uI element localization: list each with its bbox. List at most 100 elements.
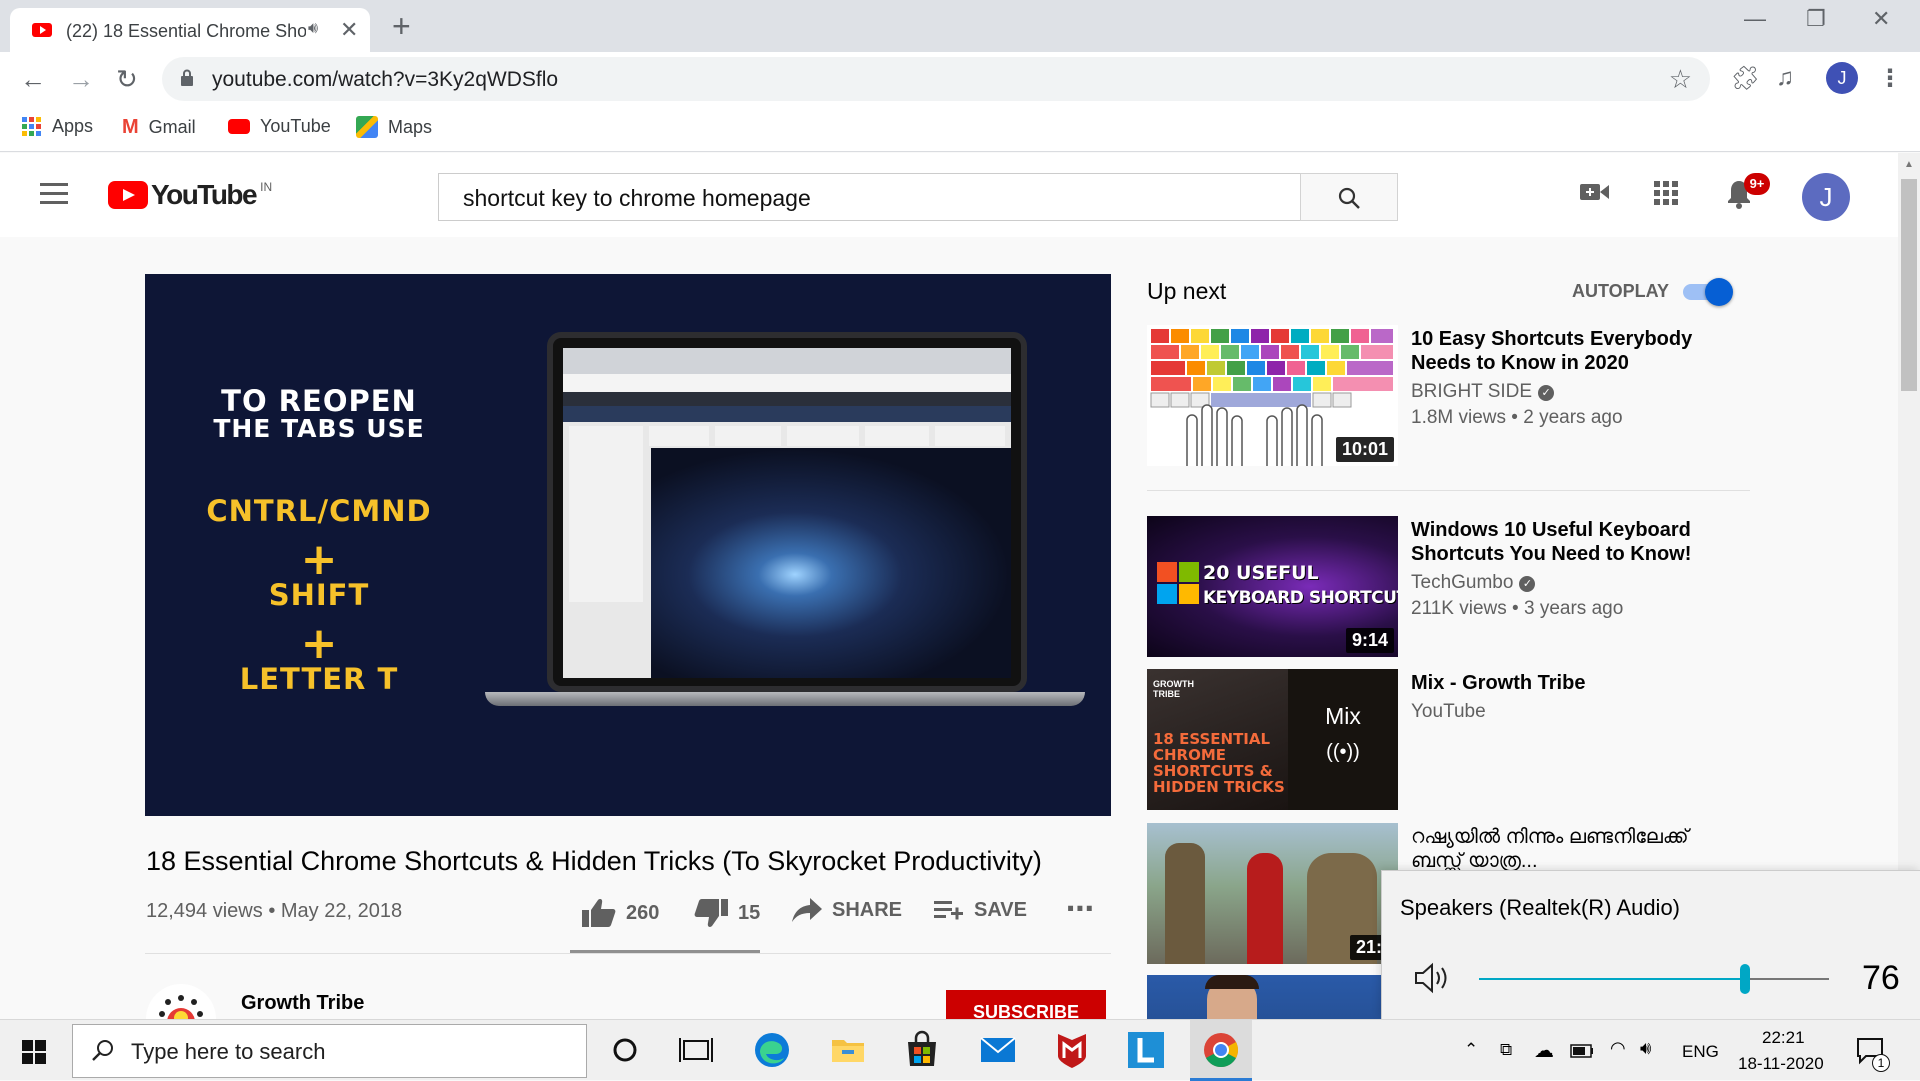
autoplay-label: AUTOPLAY [1572,281,1670,301]
hamburger-menu-icon[interactable] [40,183,68,205]
address-bar[interactable]: youtube.com/watch?v=3Ky2qWDSflo ☆ [162,57,1710,101]
recommendation-thumbnail[interactable] [1147,975,1398,1019]
more-actions-icon[interactable]: ⋯ [1066,892,1094,925]
extensions-icon[interactable]: 🧩︎ [1730,64,1760,93]
battery-icon[interactable] [1570,1044,1594,1058]
recommendation-title[interactable]: Windows 10 Useful Keyboard Shortcuts You… [1411,518,1711,566]
tray-device-icon[interactable]: ⧉ [1500,1040,1512,1060]
recommendation-title[interactable]: റഷ്യയിൽ നിന്നും ലണ്ടനിലേക്ക് ബസ്സ് യാത്ര… [1411,825,1711,875]
windows-taskbar: Type here to search ⌃ ⧉ ☁ ◠ 🔊︎ ENG 22:21… [0,1019,1920,1081]
microsoft-store-icon[interactable] [902,1030,942,1070]
recommendation-thumbnail[interactable]: GROWTH TRIBE 18 ESSENTIAL CHROME SHORTCU… [1147,669,1398,810]
bookmark-apps[interactable]: Apps [22,116,93,137]
save-button[interactable]: SAVE [934,898,1027,922]
chrome-taskbar-active[interactable] [1190,1020,1252,1081]
tab-audio-icon[interactable]: 🔊︎ [308,20,318,38]
scrollbar-thumb[interactable] [1901,179,1917,391]
task-view-icon[interactable] [676,1030,716,1070]
tray-volume-icon[interactable]: 🔊︎ [1640,1038,1651,1059]
file-explorer-icon[interactable] [828,1030,868,1070]
notification-badge: 9+ [1744,173,1770,195]
reload-button[interactable]: ↻ [116,64,138,95]
thumb-text-2: KEYBOARD SHORTCUTS [1203,588,1398,608]
wifi-icon[interactable]: ◠ [1610,1038,1626,1059]
mail-icon[interactable] [978,1030,1018,1070]
back-button[interactable]: ← [20,64,46,95]
meta-separator: • [268,900,281,922]
like-dislike-bar [570,950,760,953]
verified-check-icon: ✓ [1519,576,1536,592]
dislike-button[interactable]: 15 [694,898,760,928]
onedrive-cloud-icon[interactable]: ☁ [1534,1038,1554,1063]
youtube-play-logo-icon [108,181,148,209]
player-text-line1: TO REOPEN [221,384,417,418]
recommendation-thumbnail[interactable]: 21:3 [1147,823,1398,964]
up-next-label: Up next [1147,278,1227,304]
recommendation-channel[interactable]: BRIGHT SIDE ✓ [1411,381,1555,403]
volume-slider-thumb[interactable] [1740,964,1750,994]
recommendation-thumbnail[interactable]: 10:01 [1147,325,1398,466]
tab-close-icon[interactable]: ✕ [340,17,358,43]
speaker-icon[interactable] [1414,961,1454,995]
recommendation-title[interactable]: Mix - Growth Tribe [1411,671,1711,695]
player-text-line3: CNTRL/CMND [206,494,432,528]
channel-name[interactable]: Growth Tribe [241,992,364,1015]
restore-button[interactable]: ❐ [1806,6,1826,32]
create-video-icon[interactable] [1580,181,1610,203]
lock-icon [181,69,193,86]
view-count: 12,494 views [146,900,263,922]
menu-kebab-icon[interactable]: ⋮ [1878,64,1902,93]
bookmark-youtube[interactable]: YouTube [228,116,331,137]
edge-browser-icon[interactable] [752,1030,792,1070]
thumbs-up-icon [582,899,616,927]
recommendation-thumbnail[interactable]: 20 USEFUL KEYBOARD SHORTCUTS 9:14 [1147,516,1398,657]
recommendation-item[interactable]: GROWTH TRIBE 18 ESSENTIAL CHROME SHORTCU… [1147,669,1747,811]
new-tab-button[interactable]: + [392,8,411,45]
save-label: SAVE [974,898,1027,921]
autoplay-toggle[interactable] [1683,278,1733,306]
thumb-brand-text: GROWTH TRIBE [1153,679,1194,699]
like-button[interactable]: 260 [582,898,659,928]
search-button[interactable] [1300,173,1398,221]
browser-tab[interactable]: (22) 18 Essential Chrome Sho 🔊︎ ✕ [10,8,370,52]
youtube-logo[interactable]: YouTube IN [108,179,272,211]
app-l-icon[interactable] [1126,1030,1166,1070]
tab-strip: (22) 18 Essential Chrome Sho 🔊︎ ✕ + — ❐ … [0,0,1920,52]
recommendation-meta: 211K views • 3 years ago [1411,598,1624,619]
window-close-button[interactable]: ✕ [1872,6,1890,32]
user-avatar[interactable]: J [1802,173,1850,221]
volume-slider[interactable] [1479,964,1829,994]
player-text-line5: LETTER T [239,662,399,696]
cortana-icon[interactable] [605,1030,645,1070]
recommendation-title[interactable]: 10 Easy Shortcuts Everybody Needs to Kno… [1411,327,1711,375]
bookmark-star-icon[interactable]: ☆ [1669,64,1692,95]
input-language[interactable]: ENG [1682,1042,1719,1062]
clock-time[interactable]: 22:21 [1762,1028,1805,1048]
recommendation-item[interactable]: 10:01 10 Easy Shortcuts Everybody Needs … [1147,325,1747,467]
scroll-up-arrow-icon[interactable]: ▲ [1904,159,1914,170]
tray-overflow-chevron-icon[interactable]: ⌃ [1464,1040,1478,1060]
mcafee-icon[interactable] [1052,1030,1092,1070]
profile-avatar[interactable]: J [1826,62,1858,94]
video-duration: 9:14 [1345,628,1394,653]
apps-grid-icon[interactable] [1654,181,1678,205]
bookmark-gmail[interactable]: M Gmail [122,116,196,139]
recommendation-channel[interactable]: YouTube [1411,701,1486,723]
search-input[interactable]: shortcut key to chrome homepage [438,173,1302,221]
action-center-badge: 1 [1872,1054,1890,1072]
up-next-divider [1147,490,1750,491]
forward-button[interactable]: → [68,64,94,95]
minimize-button[interactable]: — [1744,6,1766,32]
video-player[interactable]: TO REOPEN THE TABS USE CNTRL/CMND + SHIF… [145,274,1111,816]
windows-start-icon[interactable] [22,1040,46,1064]
audio-device-name[interactable]: Speakers (Realtek(R) Audio) [1400,895,1680,921]
media-control-icon[interactable]: ♫ [1776,64,1794,92]
recommendation-channel[interactable]: TechGumbo ✓ [1411,572,1536,594]
gmail-icon: M [122,116,139,138]
bookmark-maps[interactable]: Maps [356,116,432,138]
clock-date[interactable]: 18-11-2020 [1738,1054,1824,1074]
share-button[interactable]: SHARE [792,898,902,922]
verified-check-icon: ✓ [1538,385,1555,401]
recommendation-item[interactable]: 20 USEFUL KEYBOARD SHORTCUTS 9:14 Window… [1147,516,1747,658]
taskbar-search-input[interactable]: Type here to search [72,1024,587,1078]
